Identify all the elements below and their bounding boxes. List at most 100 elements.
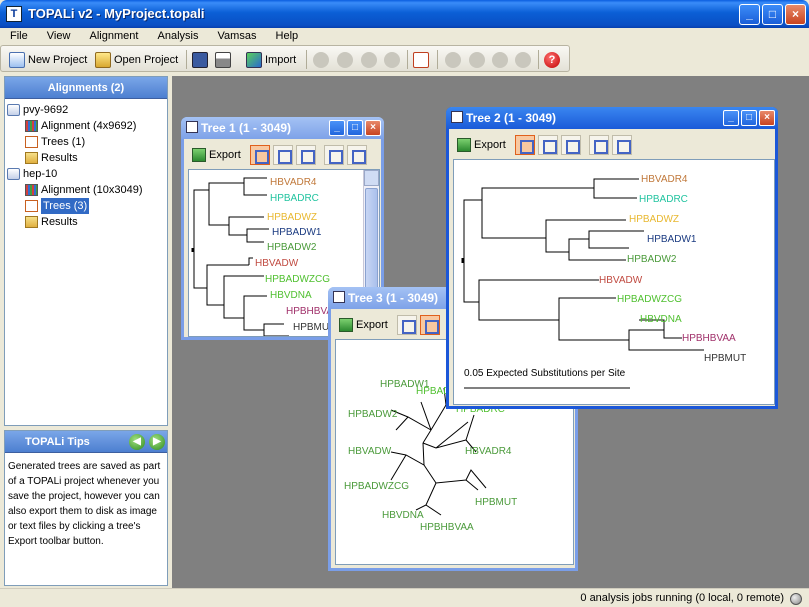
disabled-button-4[interactable]	[384, 50, 400, 69]
tree2-minimize-button[interactable]: _	[723, 110, 739, 126]
tips-text: Generated trees are saved as part of a T…	[8, 461, 161, 547]
tree1-label: HPBHBVA	[286, 306, 333, 317]
tree2-close-button[interactable]: ×	[759, 110, 775, 126]
tree-node-trees-selected[interactable]: Trees (3)	[7, 198, 167, 214]
new-project-label: New Project	[28, 53, 88, 66]
tree-view-button[interactable]	[413, 50, 432, 69]
tips-title: TOPALi Tips	[25, 436, 90, 448]
tree2-titlebar[interactable]: Tree 2 (1 - 3049) _ □ ×	[446, 107, 778, 129]
tree1-fit-button[interactable]	[323, 145, 344, 165]
tree2-label: HPBADW1	[647, 234, 697, 245]
tree1-titlebar[interactable]: Tree 1 (1 - 3049) _ □ ×	[181, 117, 384, 139]
tree-node-results[interactable]: Results	[7, 150, 167, 166]
menu-help[interactable]: Help	[266, 28, 305, 44]
node-label: Trees (1)	[41, 136, 86, 148]
menu-view[interactable]: View	[37, 28, 77, 44]
tree2-text-view-button[interactable]	[560, 135, 581, 155]
tree1-text-view-button[interactable]	[295, 145, 316, 165]
tree2-export-button[interactable]: Export	[451, 134, 512, 156]
tree1-minimize-button[interactable]: _	[329, 120, 345, 136]
tree3-label: HPBHBVAA	[420, 522, 474, 533]
tree2-toolbar: Export	[451, 133, 632, 157]
tree1-label: HPBADW1	[272, 227, 322, 238]
search-button-disabled[interactable]	[313, 50, 329, 69]
tree2-label: HPBADWZCG	[617, 294, 682, 305]
tree3-export-button[interactable]: Export	[333, 314, 394, 336]
tree1-window-button[interactable]	[346, 145, 367, 165]
tree-node-alignment[interactable]: Alignment (10x3049)	[7, 182, 167, 198]
new-project-button[interactable]: New Project	[9, 50, 87, 69]
close-button[interactable]: ×	[785, 4, 806, 25]
tree2-circular-view-button[interactable]	[537, 135, 558, 155]
tree-node-trees[interactable]: Trees (1)	[7, 134, 167, 150]
app-icon: T	[6, 6, 22, 22]
tree1-label: HPBADWZCG	[265, 274, 330, 285]
help-button[interactable]: ?	[544, 50, 563, 69]
info-button-disabled[interactable]	[337, 50, 353, 69]
menu-alignment[interactable]: Alignment	[80, 28, 145, 44]
tree1-maximize-button[interactable]: □	[347, 120, 363, 136]
menu-bar: File View Alignment Analysis Vamsas Help	[0, 28, 809, 44]
tree2-title: Tree 2 (1 - 3049)	[466, 111, 557, 125]
maximize-button[interactable]: □	[762, 4, 783, 25]
node-label: hep-10	[23, 168, 58, 180]
disabled-button-8[interactable]	[515, 50, 531, 69]
disabled-button-7[interactable]	[492, 50, 508, 69]
import-button[interactable]: Import	[246, 50, 296, 69]
print-button[interactable]	[215, 50, 234, 69]
tree-node-pvy-9692[interactable]: pvy-9692	[7, 102, 167, 118]
tree3-circular-view-button[interactable]	[419, 315, 440, 335]
tree1-toolbar: Export	[186, 143, 367, 167]
tree2-rectangular-view-button[interactable]	[514, 135, 535, 155]
tree2-canvas: HBVADR4 HPBADRC HPBADWZ HPBADW1 HPBADW2 …	[453, 159, 775, 405]
tree2-window[interactable]: Tree 2 (1 - 3049) _ □ × Export HBVADR4 H…	[446, 107, 778, 409]
job-status-icon	[790, 593, 802, 605]
tree1-export-button[interactable]: Export	[186, 144, 247, 166]
tree1-label: HPBADRC	[270, 193, 319, 204]
node-label: Trees (3)	[41, 198, 90, 214]
tips-panel: TOPALi Tips ◀ ▶ Generated trees are save…	[4, 430, 168, 586]
dataset-icon	[7, 104, 20, 116]
disabled-button-5[interactable]	[445, 50, 461, 69]
tree3-rectangular-view-button[interactable]	[396, 315, 417, 335]
menu-analysis[interactable]: Analysis	[148, 28, 205, 44]
tree1-label: HBVADW	[255, 258, 299, 269]
tree2-window-button[interactable]	[611, 135, 632, 155]
tree2-maximize-button[interactable]: □	[741, 110, 757, 126]
tree-node-alignment[interactable]: Alignment (4x9692)	[7, 118, 167, 134]
export-label: Export	[356, 319, 388, 331]
tree1-label: HPBADWZ	[267, 212, 317, 223]
tree3-title: Tree 3 (1 - 3049)	[348, 291, 439, 305]
tree-node-hep-10[interactable]: hep-10	[7, 166, 167, 182]
tree1-close-button[interactable]: ×	[365, 120, 381, 136]
previous-tip-icon[interactable]: ◀	[129, 434, 145, 450]
main-toolbar: New Project Open Project Import ?	[0, 45, 570, 72]
scroll-up-icon[interactable]	[364, 170, 379, 186]
export-icon	[339, 318, 353, 332]
toolbar-separator	[407, 50, 408, 69]
disabled-icon	[492, 51, 508, 68]
tree2-label: HPBADWZ	[629, 214, 679, 225]
export-label: Export	[209, 149, 241, 161]
tree2-fit-button[interactable]	[588, 135, 609, 155]
tree1-circular-view-button[interactable]	[272, 145, 293, 165]
results-folder-icon	[25, 216, 38, 228]
tree3-label: HPBMUT	[475, 497, 517, 508]
disabled-button-6[interactable]	[469, 50, 485, 69]
tree2-label: HBVADW	[599, 275, 643, 286]
tree-node-results[interactable]: Results	[7, 214, 167, 230]
menu-file[interactable]: File	[0, 28, 34, 44]
save-button[interactable]	[192, 50, 211, 69]
tree3-label: HPBADWZCG	[344, 481, 409, 492]
menu-vamsas[interactable]: Vamsas	[208, 28, 263, 44]
node-label: Alignment (10x3049)	[41, 184, 143, 196]
export-label: Export	[474, 139, 506, 151]
next-tip-icon[interactable]: ▶	[149, 434, 165, 450]
disabled-button-3[interactable]	[361, 50, 377, 69]
tree1-rectangular-view-button[interactable]	[249, 145, 270, 165]
status-text: 0 analysis jobs running (0 local, 0 remo…	[580, 592, 784, 604]
tree3-toolbar: Export	[333, 313, 440, 337]
minimize-button[interactable]: _	[739, 4, 760, 25]
open-project-button[interactable]: Open Project	[95, 50, 178, 69]
tree2-diagram: HBVADR4 HPBADRC HPBADWZ HPBADW1 HPBADW2 …	[461, 174, 746, 389]
